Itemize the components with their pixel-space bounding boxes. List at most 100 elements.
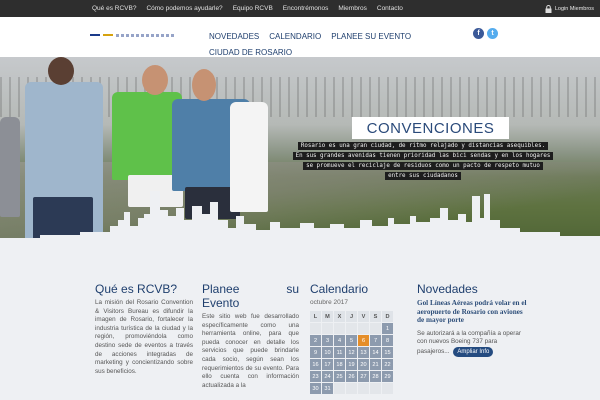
weekday-label: J [346,311,357,322]
calendar-day[interactable]: 3 [322,335,333,346]
login-link[interactable]: Login Miembros [545,0,594,17]
calendar-day[interactable]: 28 [370,371,381,382]
calendar-week: 16 17 18 19 20 21 22 [310,359,393,370]
calendar-week: 9 10 11 12 13 14 15 [310,347,393,358]
calendar-empty-cell [358,323,369,334]
twitter-icon[interactable]: t [487,28,498,39]
site-header: NOVEDADES CALENDARIO PLANEE SU EVENTO CI… [0,17,600,57]
top-nav: Qué es RCVB? Cómo podemos ayudarle? Equi… [92,0,403,17]
calendar-title[interactable]: Calendario [310,282,407,296]
calendar-section: Calendario octubre 2017 L M X J V S D 12… [310,282,407,395]
calendar-day[interactable]: 29 [382,371,393,382]
calendar-day[interactable]: 2 [310,335,321,346]
plan-title-word-2: su [286,282,299,296]
calendar-day[interactable]: 21 [370,359,381,370]
runner-green-head [142,65,168,95]
nav-novedades[interactable]: NOVEDADES [209,32,259,41]
facebook-icon[interactable]: f [473,28,484,39]
calendar-day[interactable]: 5 [346,335,357,346]
about-title[interactable]: Qué es RCVB? [95,282,193,296]
calendar-day[interactable]: 16 [310,359,321,370]
calendar-week: 1 [310,323,393,334]
about-section: Qué es RCVB? La misión del Rosario Conve… [95,282,193,376]
calendar-day[interactable]: 24 [322,371,333,382]
weekday-label: X [334,311,345,322]
nav-calendario[interactable]: CALENDARIO [269,32,321,41]
calendar-day[interactable]: 19 [346,359,357,370]
topnav-que-es[interactable]: Qué es RCVB? [92,5,136,12]
calendar-empty-cell [310,323,321,334]
calendar-day[interactable]: 1 [382,323,393,334]
calendar-day[interactable]: 11 [334,347,345,358]
calendar-day[interactable]: 14 [370,347,381,358]
calendar-week: 30 31 [310,383,393,394]
calendar-day[interactable]: 17 [322,359,333,370]
calendar-empty-cell [346,323,357,334]
calendar-empty-cell [358,383,369,394]
logo-stripe-blue [90,34,100,36]
plan-event-section: Planee su Evento Este sitio web fue desa… [202,282,299,390]
top-bar: Qué es RCVB? Cómo podemos ayudarle? Equi… [0,0,600,17]
topnav-miembros[interactable]: Miembros [338,5,367,12]
weekday-label: S [370,311,381,322]
calendar-day[interactable]: 25 [334,371,345,382]
calendar-grid: L M X J V S D 1 2 3 4 5 6 7 8 9 10 11 12 13 14 15 16 17 1… [309,310,394,395]
calendar-empty-cell [322,323,333,334]
plan-title-word-1: Planee [202,282,240,296]
calendar-empty-cell [334,383,345,394]
topnav-encontremonos[interactable]: Encontrémonos [283,5,329,12]
about-text: La misión del Rosario Convention & Visit… [95,299,193,375]
calendar-day[interactable]: 30 [310,383,321,394]
calendar-empty-cell [346,383,357,394]
calendar-day[interactable]: 4 [334,335,345,346]
calendar-day[interactable]: 20 [358,359,369,370]
plan-title-line-2[interactable]: Evento [202,296,299,310]
calendar-day[interactable]: 26 [346,371,357,382]
topnav-contacto[interactable]: Contacto [377,5,403,12]
calendar-day[interactable]: 15 [382,347,393,358]
news-section: Novedades Gol Líneas Aéreas podrá volar … [417,282,527,358]
city-skyline-silhouette [0,191,600,250]
plan-title[interactable]: Planee su [202,282,299,296]
nav-planee-evento[interactable]: PLANEE SU EVENTO [331,32,411,41]
calendar-empty-cell [370,323,381,334]
calendar-day[interactable]: 18 [334,359,345,370]
rcvb-logo[interactable] [90,32,174,38]
calendar-day[interactable]: 13 [358,347,369,358]
news-headline[interactable]: Gol Líneas Aéreas podrá volar en el aero… [417,299,527,325]
login-label: Login Miembros [554,5,594,12]
runner-left-head [48,57,74,85]
calendar-day[interactable]: 7 [370,335,381,346]
runner-blue-head [192,69,216,101]
calendar-day[interactable]: 8 [382,335,393,346]
calendar-empty-cell [334,323,345,334]
calendar-month: octubre 2017 [310,299,348,306]
calendar-day[interactable]: 31 [322,383,333,394]
hero-line-1: Rosario es una gran ciudad, de ritmo rel… [297,142,549,150]
weekday-label: M [322,311,333,322]
lock-icon [545,4,552,13]
calendar-day[interactable]: 10 [322,347,333,358]
calendar-day[interactable]: 12 [346,347,357,358]
calendar-day[interactable]: 23 [310,371,321,382]
nav-ciudad-rosario[interactable]: CIUDAD DE ROSARIO [209,48,292,57]
calendar-weekdays: L M X J V S D [310,311,393,322]
topnav-como-ayudarle[interactable]: Cómo podemos ayudarle? [146,5,222,12]
news-title[interactable]: Novedades [417,282,527,296]
social-links: f t [473,28,498,39]
calendar-day[interactable]: 27 [358,371,369,382]
weekday-label: V [358,311,369,322]
topnav-equipo[interactable]: Equipo RCVB [233,5,273,12]
hero-line-2: En sus grandes avenidas tienen prioridad… [292,152,554,160]
hero-title: CONVENCIONES [366,119,495,137]
calendar-day[interactable]: 22 [382,359,393,370]
calendar-day[interactable]: 9 [310,347,321,358]
news-body: Se autorizará a la compañía a operar con… [417,330,527,358]
read-more-button[interactable]: Ampliar Info [453,346,494,358]
calendar-empty-cell [370,383,381,394]
hero-description: Rosario es una gran ciudad, de ritmo rel… [292,142,554,182]
calendar-day[interactable]: 6 [358,335,369,346]
logo-stripe-gold [103,34,113,36]
weekday-label: L [310,311,321,322]
calendar-week: 23 24 25 26 27 28 29 [310,371,393,382]
